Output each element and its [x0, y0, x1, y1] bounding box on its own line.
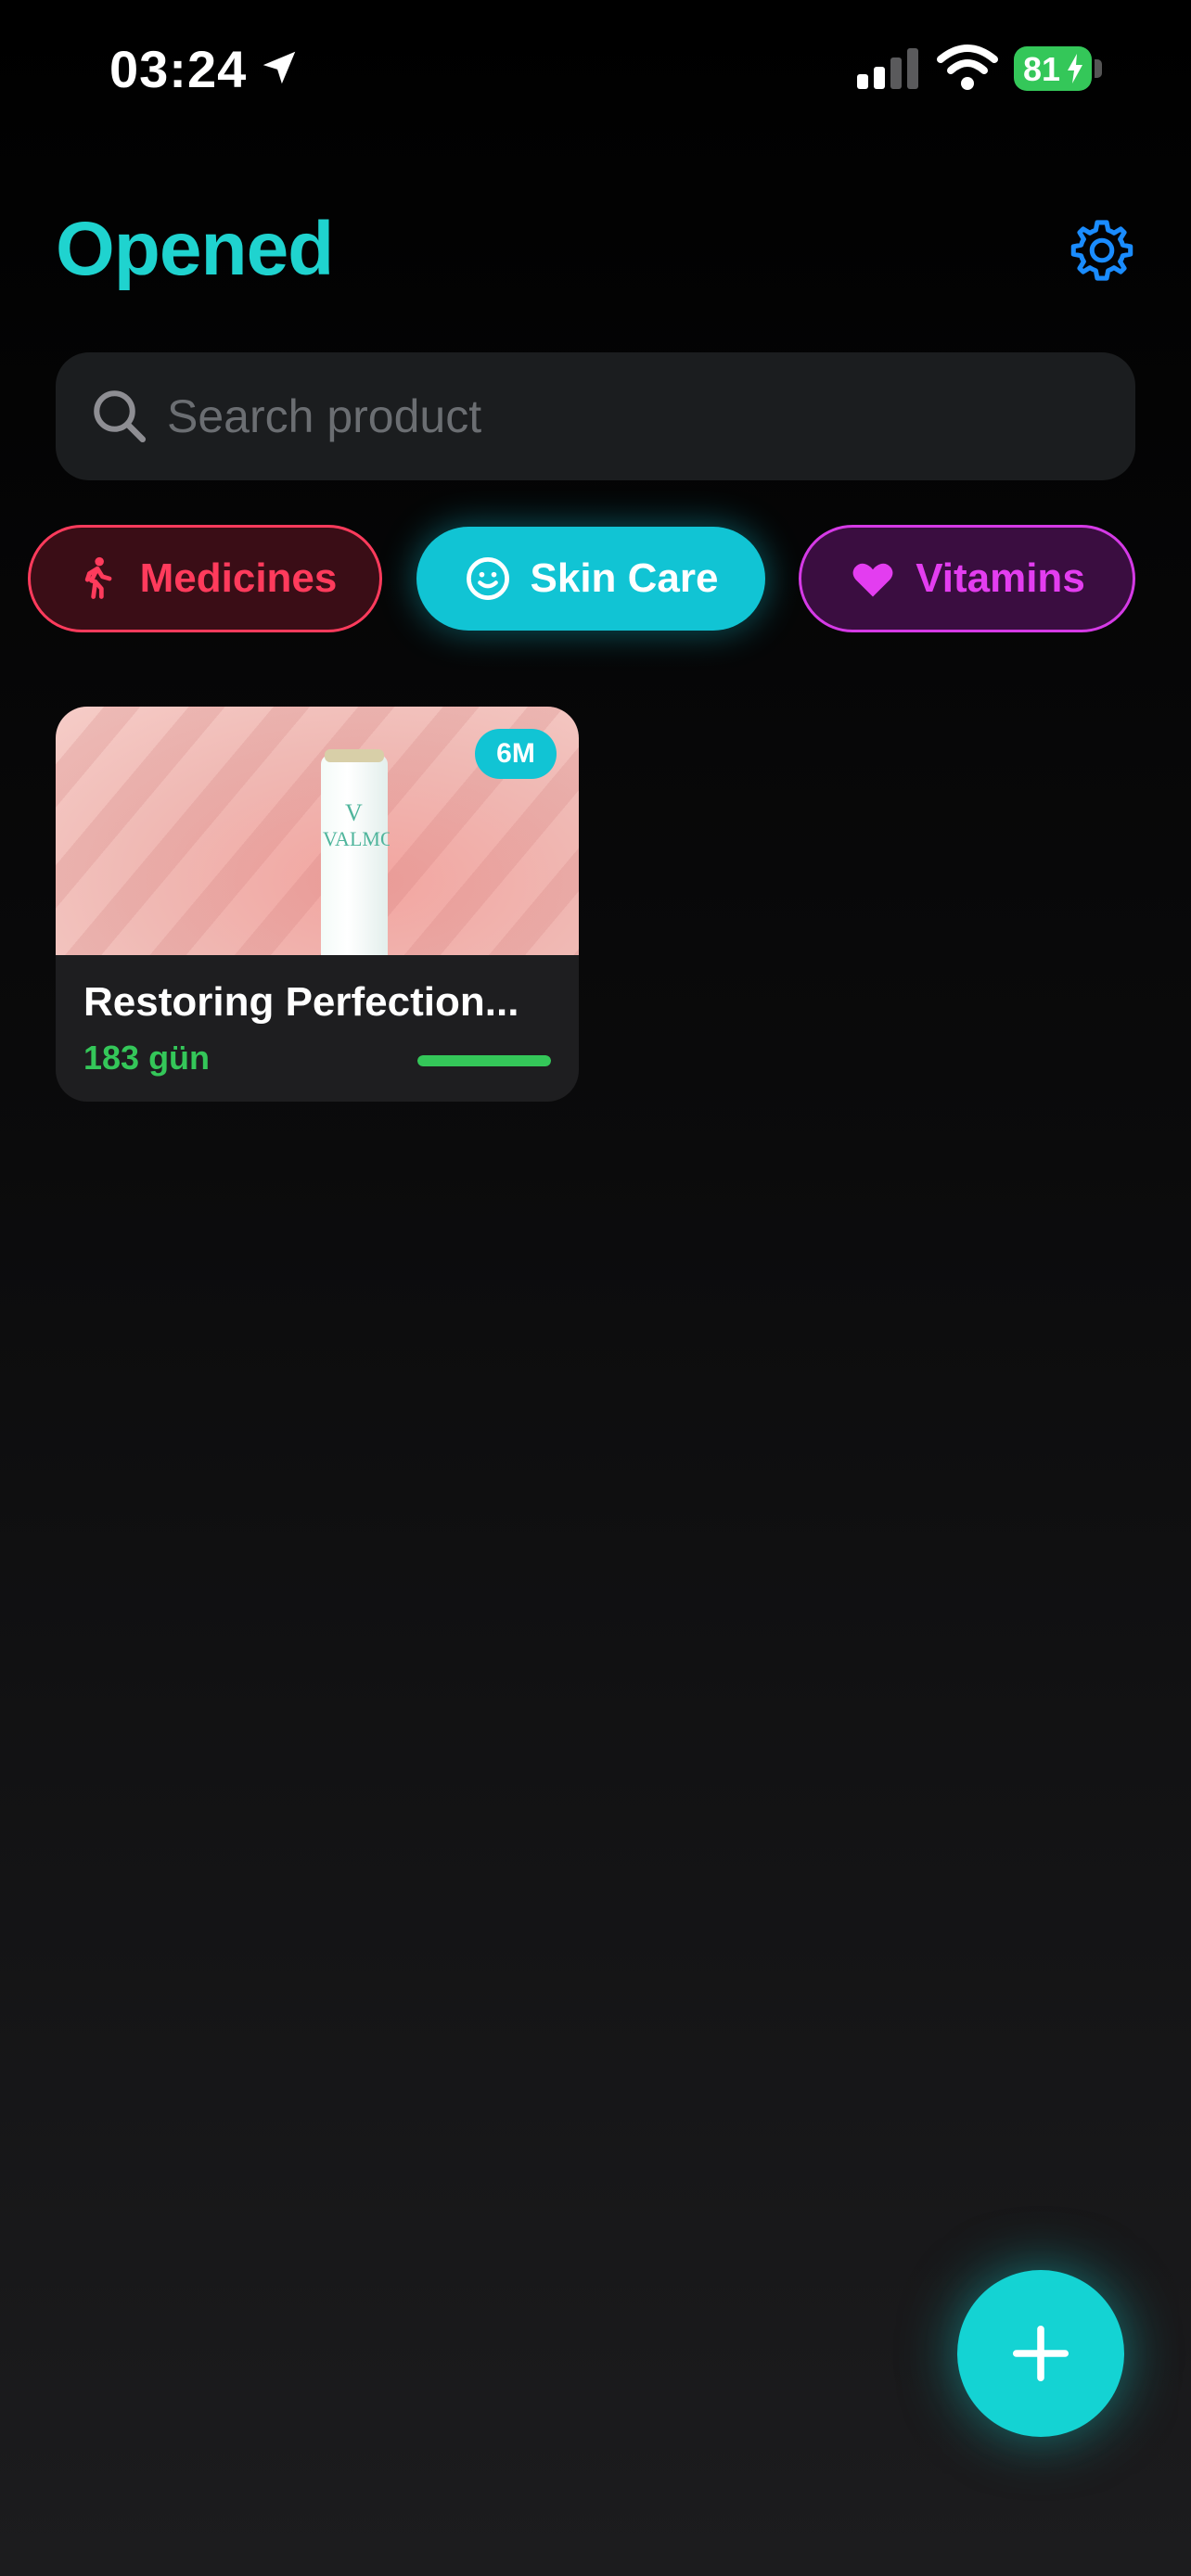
page-title: Opened [56, 207, 334, 291]
product-progress-fill [417, 1055, 551, 1066]
product-card[interactable]: V VALMONT 6M Restoring Perfection... 183… [56, 707, 579, 1102]
gear-icon [1070, 220, 1133, 281]
location-arrow-icon [263, 51, 296, 84]
status-bar: 03:24 81 [0, 0, 1191, 139]
category-chip-vitamins[interactable]: Vitamins [799, 525, 1135, 632]
category-label: Vitamins [916, 555, 1085, 601]
heart-icon [852, 563, 893, 597]
search-input[interactable] [167, 378, 1095, 454]
search-bar [56, 352, 1135, 480]
person-walking-icon [84, 556, 112, 599]
category-chip-medicines[interactable]: Medicines [28, 525, 382, 632]
category-label: Medicines [139, 555, 338, 601]
status-time: 03:24 [109, 40, 248, 98]
search-icon [94, 390, 147, 443]
battery-charging-icon [1068, 54, 1082, 83]
product-progress-bar [417, 1055, 551, 1066]
product-name: Restoring Perfection... [83, 979, 519, 1025]
battery-cap [1095, 59, 1102, 78]
brand-mark: V [345, 799, 363, 826]
duration-badge: 6M [475, 729, 557, 779]
opened-products-screen: 03:24 81 Opened Search product Medicines… [0, 0, 1191, 2576]
add-product-button[interactable] [957, 2270, 1124, 2437]
battery-indicator: 81 [1014, 46, 1092, 91]
smiley-face-icon [466, 557, 509, 600]
plus-icon [1012, 2325, 1069, 2382]
product-days-remaining: 183 gün [83, 1039, 211, 1077]
product-image: V VALMONT 6M [56, 707, 579, 955]
category-label: Skin Care [530, 555, 719, 601]
category-chip-skin-care[interactable]: Skin Care [416, 527, 765, 631]
brand-logo-text: VALMONT [323, 827, 390, 850]
wifi-icon [937, 45, 998, 90]
battery-level: 81 [1023, 50, 1061, 88]
product-bottle [321, 755, 388, 955]
settings-button[interactable] [1067, 215, 1137, 286]
cellular-signal-icon [857, 48, 918, 89]
product-bottle-cap [325, 749, 384, 762]
